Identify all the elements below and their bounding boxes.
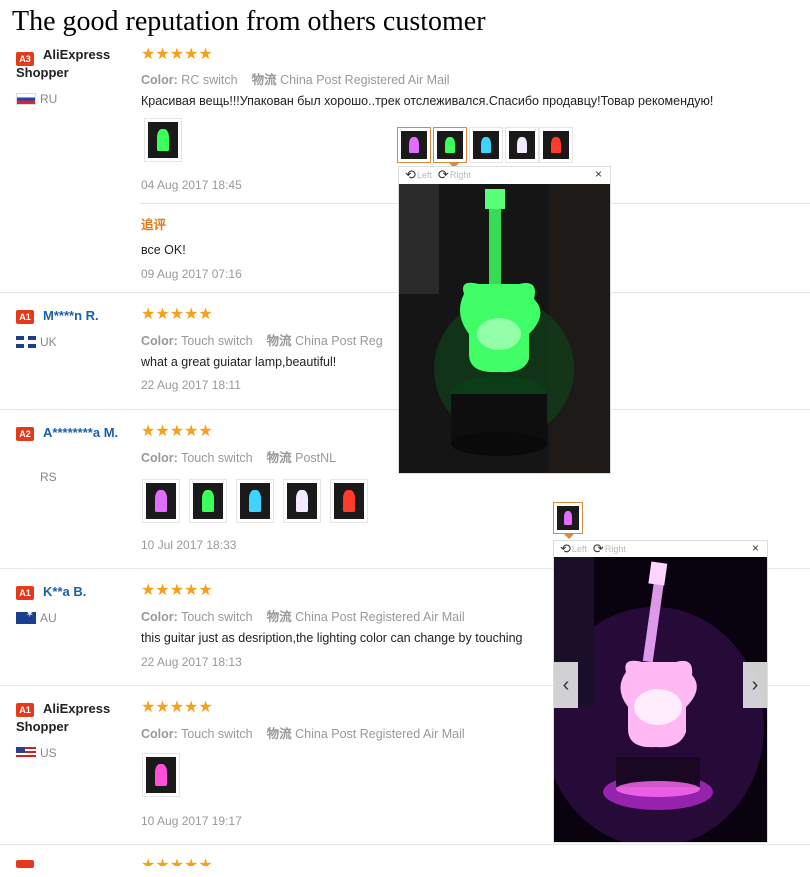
review-photo-thumb[interactable] — [330, 479, 368, 523]
pink-guitar-lamp-photo — [554, 557, 767, 842]
viewer-thumb-selected[interactable] — [433, 127, 467, 168]
russia-flag-icon — [16, 93, 36, 105]
review-divider — [0, 844, 810, 845]
viewer-thumb[interactable] — [397, 127, 431, 163]
review-photo-thumb[interactable] — [236, 479, 274, 523]
review-meta: Color: RC switch 物流 China Post Registered… — [141, 73, 450, 87]
reviewer-country: RS — [16, 470, 57, 484]
rating-stars: ★★★★★ — [141, 46, 213, 63]
viewer-thumb[interactable] — [469, 127, 503, 163]
reviewer-name[interactable]: A********a M. — [16, 424, 131, 442]
viewer-thumb[interactable] — [505, 127, 539, 163]
review-photo-thumb[interactable] — [144, 118, 182, 162]
viewer-photo — [554, 557, 767, 842]
review-date: 10 Aug 2017 19:17 — [141, 814, 242, 828]
reviewer-country: AU — [16, 611, 57, 625]
review-meta: Color: Touch switch 物流 China Post Registe… — [141, 727, 465, 741]
rotate-left-icon[interactable]: ⟲ — [405, 167, 416, 183]
next-photo-button[interactable]: › — [743, 662, 767, 708]
flag-placeholder-icon — [16, 471, 36, 483]
followup-text: все OK! — [141, 243, 186, 257]
reviewer-name[interactable]: AliExpress Shopper — [16, 700, 131, 736]
review-text: what a great guiatar lamp,beautiful! — [141, 355, 337, 369]
viewer-photo — [399, 184, 610, 473]
review-meta: Color: Touch switch 物流 China Post Reg — [141, 334, 383, 348]
photo-viewer: ⟲ Left ⟳ Right × — [398, 166, 611, 474]
close-icon[interactable]: × — [752, 541, 759, 555]
rotate-right-icon[interactable]: ⟳ — [593, 541, 604, 557]
review-date: 10 Jul 2017 18:33 — [141, 538, 237, 552]
review-meta: Color: Touch switch 物流 PostNL — [141, 451, 337, 465]
review-meta: Color: Touch switch 物流 China Post Registe… — [141, 610, 465, 624]
rating-stars: ★★★★★ — [141, 699, 213, 716]
followup-date: 09 Aug 2017 07:16 — [141, 267, 242, 281]
reviewer-country: UK — [16, 335, 57, 349]
buyer-level-badge-partial — [16, 860, 34, 868]
review-photo-thumb[interactable] — [283, 479, 321, 523]
rating-stars: ★★★★★ — [141, 582, 213, 599]
close-icon[interactable]: × — [595, 167, 602, 181]
review-photo-thumb[interactable] — [142, 753, 180, 797]
reviewer-country: US — [16, 746, 57, 760]
viewer-thumb-selected[interactable] — [553, 502, 583, 539]
uk-flag-icon — [16, 336, 36, 348]
viewer-toolbar: ⟲ Left ⟳ Right — [405, 167, 471, 183]
review-date: 04 Aug 2017 18:45 — [141, 178, 242, 192]
previous-photo-button[interactable]: ‹ — [554, 662, 578, 708]
followup-label: 追评 — [141, 218, 167, 232]
reviewer-country: RU — [16, 92, 57, 106]
reviewer-name[interactable]: M****n R. — [16, 307, 131, 325]
review-date: 22 Aug 2017 18:11 — [141, 378, 241, 392]
rating-stars: ★★★★★ — [141, 306, 213, 323]
australia-flag-icon — [16, 612, 36, 624]
reviewer-name[interactable]: K**a B. — [16, 583, 131, 601]
us-flag-icon — [16, 747, 36, 759]
rating-stars: ★★★★★ — [141, 423, 213, 440]
viewer-thumb[interactable] — [539, 127, 573, 163]
photo-viewer: ⟲ Left ⟳ Right × ‹ › — [553, 540, 768, 843]
review-date: 22 Aug 2017 18:13 — [141, 655, 242, 669]
review-text: this guitar just as desription,the light… — [141, 631, 523, 645]
review-photo-thumb[interactable] — [142, 479, 180, 523]
page-title: The good reputation from others customer — [12, 6, 486, 37]
reviewer-name[interactable]: AliExpress Shopper — [16, 46, 131, 82]
rating-stars-partial: ★★★★★ — [141, 858, 213, 866]
rotate-right-icon[interactable]: ⟳ — [438, 167, 449, 183]
review-photo-thumb[interactable] — [189, 479, 227, 523]
review-text: Красивая вещь!!!Упакован был хорошо..тре… — [141, 94, 714, 108]
rotate-left-icon[interactable]: ⟲ — [560, 541, 571, 557]
green-guitar-lamp-photo — [399, 184, 610, 473]
viewer-toolbar: ⟲ Left ⟳ Right — [560, 541, 626, 557]
